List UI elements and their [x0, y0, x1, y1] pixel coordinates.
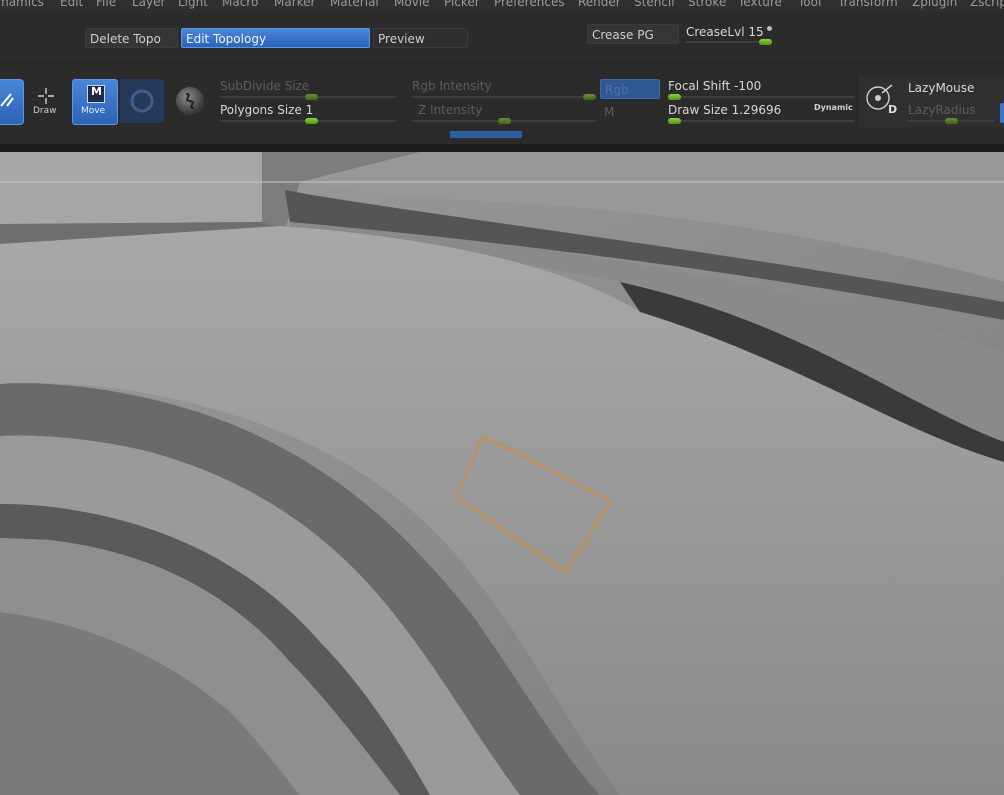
menu-transform[interactable]: Transform [838, 0, 898, 9]
polygons-size-slider[interactable]: Polygons Size 1 [218, 101, 398, 124]
crease-level-slider[interactable]: CreaseLvl 15 [683, 22, 775, 46]
m-button[interactable]: M [604, 105, 614, 119]
draw-size-knob[interactable] [668, 118, 681, 124]
lazymouse-icon-letter: D [888, 103, 898, 116]
z-intensity-indicator [450, 131, 522, 138]
selection-rectangle[interactable] [0, 152, 1004, 795]
dynamic-toggle[interactable]: Dynamic [814, 103, 853, 112]
draw-button[interactable]: Draw [30, 85, 62, 119]
rotate-button[interactable] [120, 79, 164, 123]
menu-picker[interactable]: Picker [444, 0, 480, 9]
crease-level-knob[interactable] [759, 39, 772, 45]
subdivide-size-label: SubDivide Size [220, 79, 310, 93]
subdivide-size-knob[interactable] [304, 94, 318, 100]
draw-label: Draw [33, 106, 57, 116]
focal-shift-label: Focal Shift -100 [668, 79, 762, 93]
lazymouse-button[interactable]: D [864, 83, 900, 119]
polygons-size-label: Polygons Size 1 [220, 103, 314, 117]
z-intensity-knob[interactable] [497, 118, 511, 124]
rgb-intensity-slider[interactable]: Rgb Intensity [410, 77, 598, 100]
sphere-material-icon [176, 87, 204, 115]
menu-movie[interactable]: Movie [394, 0, 430, 9]
move-button[interactable]: M Move [72, 79, 118, 125]
brush-toolbar: Draw M Move SubDivide Size Polygons Size… [0, 62, 1004, 145]
lazymouse-group: D LazyMouse LazyRadius [857, 75, 1004, 127]
menu-file[interactable]: File [96, 0, 116, 9]
move-label: Move [81, 106, 106, 116]
menu-tool[interactable]: Tool [798, 0, 821, 9]
menu-bar: ynamics Edit File Layer Light Macro Mark… [0, 0, 1004, 12]
menu-macro[interactable]: Macro [222, 0, 258, 9]
crease-pg-button[interactable]: Crease PG [587, 24, 679, 44]
polygons-size-knob[interactable] [304, 118, 318, 124]
z-intensity-label: Z Intensity [418, 103, 483, 117]
menu-preferences[interactable]: Preferences [494, 0, 565, 9]
draw-size-label: Draw Size 1.29696 [668, 103, 782, 117]
rotate-icon [130, 89, 154, 113]
menu-dynamics[interactable]: ynamics [0, 0, 44, 9]
topology-bar: Delete Topo Edit Topology Preview Crease… [0, 12, 1004, 62]
menu-edit[interactable]: Edit [60, 0, 83, 9]
crease-level-label: CreaseLvl 15 [686, 25, 764, 39]
move-badge: M [91, 85, 102, 98]
lazyradius-label: LazyRadius [908, 103, 976, 117]
rgb-button[interactable]: Rgb [600, 79, 660, 99]
edit-topology-button[interactable]: Edit Topology [181, 28, 370, 48]
draw-crosshair-icon [38, 88, 54, 104]
lazyradius-knob[interactable] [944, 118, 958, 124]
delete-topo-button[interactable]: Delete Topo [85, 28, 178, 48]
menu-zscript[interactable]: Zscrip [970, 0, 1004, 9]
menu-stencil[interactable]: Stencil [634, 0, 675, 9]
preview-button[interactable]: Preview [373, 28, 468, 48]
menu-stroke[interactable]: Stroke [688, 0, 726, 9]
edit-button[interactable] [0, 79, 24, 125]
menu-material[interactable]: Material [330, 0, 379, 9]
focal-shift-knob[interactable] [668, 94, 681, 100]
z-intensity-slider[interactable]: Z Intensity [410, 101, 598, 124]
draw-size-slider[interactable]: Draw Size 1.29696 Dynamic [665, 101, 855, 124]
focal-shift-track [668, 96, 854, 98]
move-icon: M [87, 85, 105, 103]
edit-brush-icon [0, 93, 14, 107]
crease-dot-icon [767, 26, 772, 31]
menu-layer[interactable]: Layer [132, 0, 165, 9]
lazyradius-slider[interactable]: LazyRadius [906, 101, 998, 124]
menu-render[interactable]: Render [578, 0, 621, 9]
focal-shift-slider[interactable]: Focal Shift -100 [665, 77, 855, 100]
rgb-intensity-track [412, 96, 596, 98]
canvas-top-border [0, 144, 1004, 152]
lazymouse-toggle[interactable]: LazyMouse [908, 81, 974, 95]
lazy-edge-button[interactable] [1000, 103, 1004, 123]
draw-size-track [668, 120, 854, 122]
rgb-intensity-label: Rgb Intensity [412, 79, 492, 93]
menu-marker[interactable]: Marker [274, 0, 315, 9]
menu-texture[interactable]: Texture [738, 0, 782, 9]
viewport-canvas[interactable] [0, 152, 1004, 795]
material-sphere-button[interactable] [174, 85, 208, 119]
rgb-intensity-knob[interactable] [583, 94, 596, 100]
menu-light[interactable]: Light [178, 0, 208, 9]
menu-zplugin[interactable]: Zplugin [912, 0, 957, 9]
subdivide-size-slider[interactable]: SubDivide Size [218, 77, 398, 100]
